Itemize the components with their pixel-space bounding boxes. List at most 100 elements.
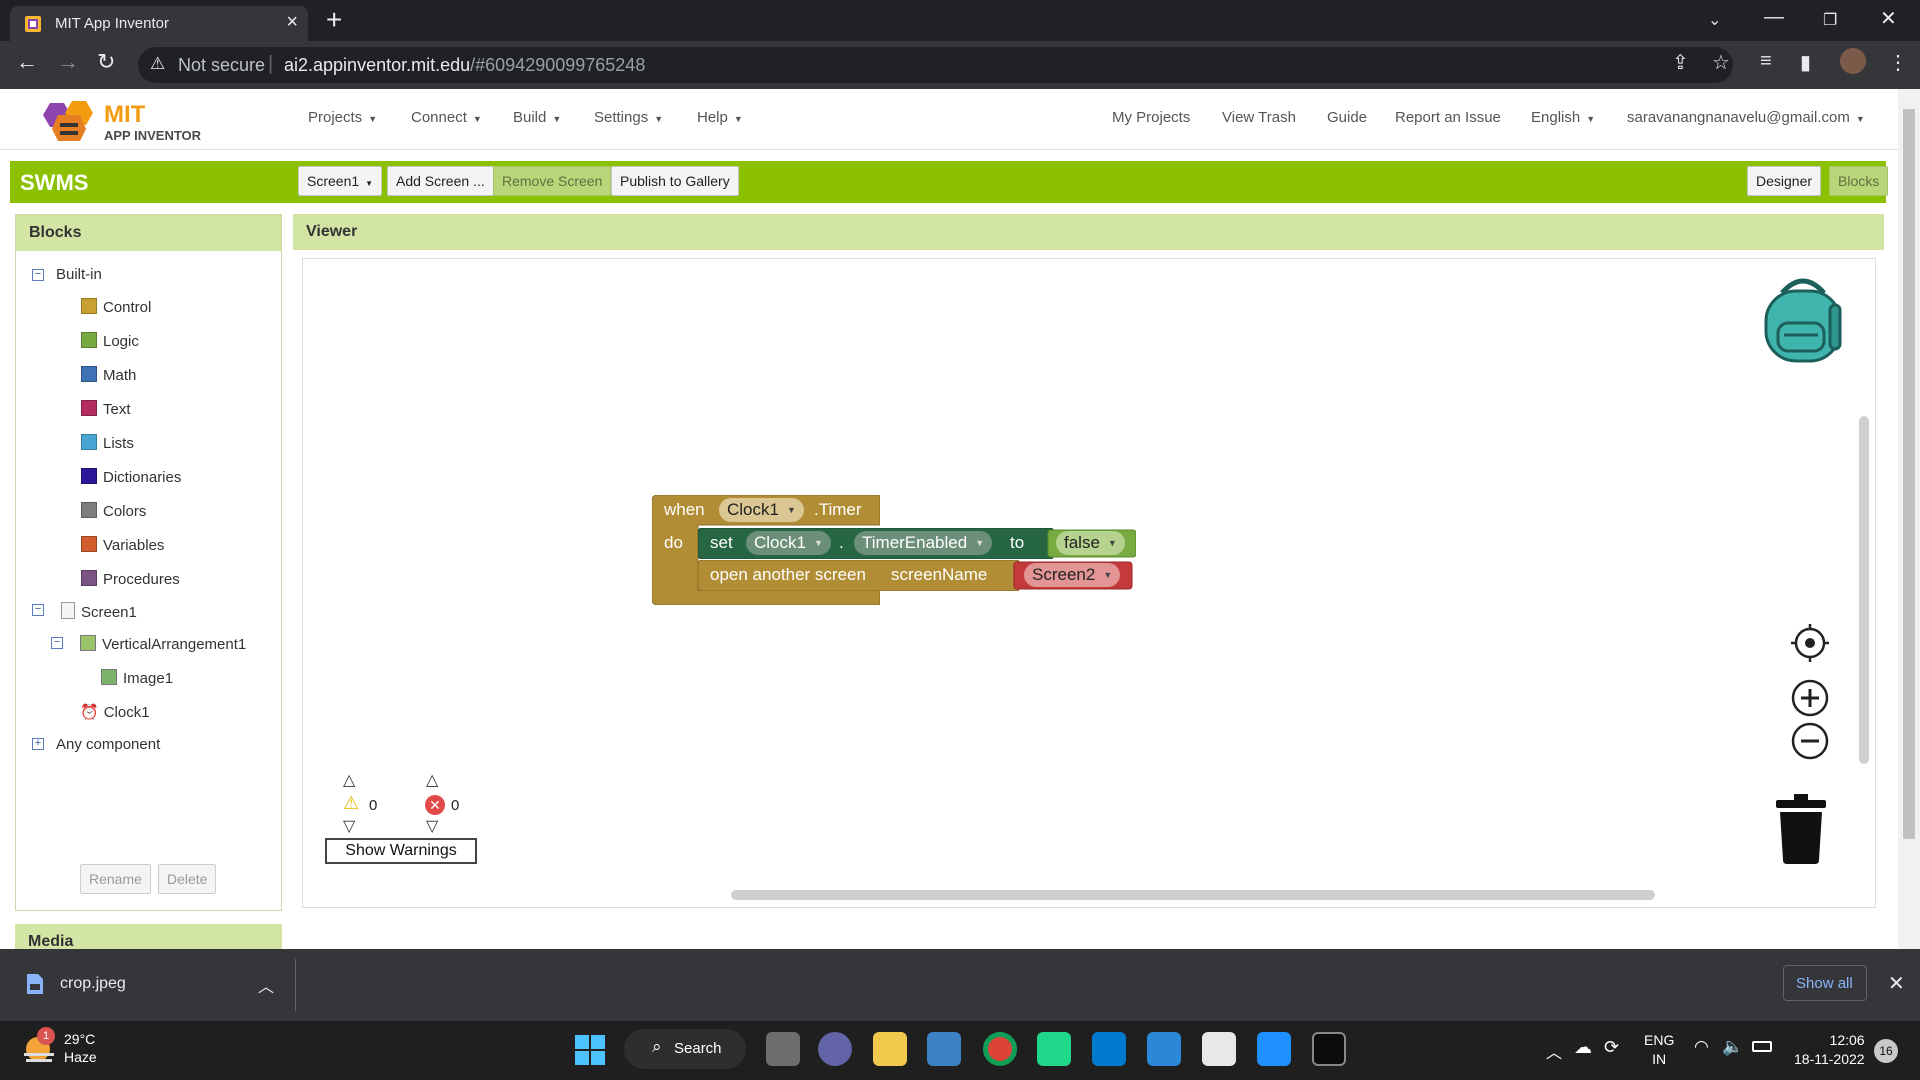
windows-start-icon[interactable]: [575, 1035, 605, 1065]
set-timer-enabled-block[interactable]: set Clock1 ▼ . TimerEnabled ▼ to false ▼: [698, 528, 1136, 559]
notepad-icon[interactable]: [1147, 1032, 1181, 1066]
recenter-icon[interactable]: [1791, 624, 1829, 662]
zoom-out-icon[interactable]: [1791, 722, 1829, 760]
file-explorer-icon[interactable]: [873, 1032, 907, 1066]
publish-gallery-button[interactable]: Publish to Gallery: [611, 166, 739, 196]
link-guide[interactable]: Guide: [1327, 109, 1367, 126]
menu-help[interactable]: Help ▼: [697, 109, 743, 126]
profile-avatar[interactable]: [1840, 48, 1866, 74]
category-dictionaries[interactable]: Dictionaries: [81, 468, 181, 486]
workspace-horizontal-scrollbar[interactable]: [731, 890, 1655, 900]
back-icon[interactable]: ←: [16, 49, 38, 75]
download-file-name[interactable]: crop.jpeg: [60, 975, 126, 993]
wifi-icon[interactable]: ◠: [1694, 1037, 1709, 1057]
document-app-icon[interactable]: [1202, 1032, 1236, 1066]
reload-icon[interactable]: ↻: [97, 49, 115, 75]
notification-badge[interactable]: 16: [1874, 1039, 1898, 1063]
side-panel-icon[interactable]: ▮: [1800, 50, 1811, 75]
designer-button[interactable]: Designer: [1747, 166, 1822, 196]
chevron-up-icon[interactable]: ︿: [258, 973, 274, 997]
tree-builtin[interactable]: Built-in: [56, 266, 102, 283]
menu-settings[interactable]: Settings ▼: [594, 109, 663, 126]
page-scrollbar[interactable]: [1898, 89, 1920, 949]
page-scrollbar-thumb[interactable]: [1903, 109, 1915, 839]
browser-tab[interactable]: MIT App Inventor ×: [10, 6, 308, 41]
photos-icon[interactable]: [1257, 1032, 1291, 1066]
show-all-button[interactable]: Show all: [1783, 965, 1867, 1001]
chrome-icon[interactable]: [983, 1032, 1017, 1066]
expand-any-component-icon[interactable]: +: [32, 738, 44, 750]
battery-icon[interactable]: [1752, 1041, 1772, 1052]
collapse-builtin-icon[interactable]: −: [32, 269, 44, 281]
tree-screen1[interactable]: Screen1: [61, 602, 137, 621]
category-colors[interactable]: Colors: [81, 502, 146, 520]
taskbar-search[interactable]: ⌕ Search: [624, 1029, 746, 1069]
task-view-icon[interactable]: [766, 1032, 800, 1066]
terminal-icon[interactable]: [1312, 1032, 1346, 1066]
blocks-button[interactable]: Blocks: [1829, 166, 1889, 196]
category-control[interactable]: Control: [81, 298, 151, 316]
account-menu[interactable]: saravanangnanavelu@gmail.com ▼: [1627, 109, 1865, 126]
tree-clock1[interactable]: ⏰ Clock1: [80, 703, 150, 721]
show-hidden-icons-icon[interactable]: ︿: [1546, 1039, 1562, 1063]
open-another-screen-block[interactable]: open another screen screenName Screen2 ▼: [698, 560, 1136, 591]
share-icon[interactable]: ⇪: [1672, 50, 1689, 75]
tab-search-icon[interactable]: ⌄: [1708, 10, 1721, 30]
category-procedures[interactable]: Procedures: [81, 570, 180, 588]
close-tab-icon[interactable]: ×: [286, 11, 298, 34]
menu-build[interactable]: Build ▼: [513, 109, 561, 126]
volume-icon[interactable]: 🔈: [1722, 1037, 1743, 1057]
link-my-projects[interactable]: My Projects: [1112, 109, 1190, 126]
input-language[interactable]: ENG IN: [1644, 1031, 1674, 1069]
warning-down-arrow-icon[interactable]: ▽: [343, 816, 355, 836]
onedrive-cloud-icon[interactable]: ☁: [1574, 1037, 1592, 1058]
clock-component-dropdown[interactable]: Clock1 ▼: [719, 498, 804, 522]
collapse-arrangement-icon[interactable]: −: [51, 637, 63, 649]
collapse-screen1-icon[interactable]: −: [32, 604, 44, 616]
media-control-icon[interactable]: ≡: [1760, 50, 1772, 73]
rename-button[interactable]: Rename: [80, 864, 151, 894]
restore-icon[interactable]: ❐: [1823, 10, 1837, 30]
remove-screen-button[interactable]: Remove Screen: [493, 166, 612, 196]
pycharm-icon[interactable]: [1037, 1032, 1071, 1066]
bookmark-star-icon[interactable]: ☆: [1712, 50, 1730, 75]
category-variables[interactable]: Variables: [81, 536, 164, 554]
delete-button[interactable]: Delete: [158, 864, 217, 894]
zoom-in-icon[interactable]: [1791, 679, 1829, 717]
category-math[interactable]: Math: [81, 366, 136, 384]
trash-can-icon[interactable]: [1774, 794, 1828, 864]
screen2-dropdown[interactable]: Screen2 ▼: [1024, 563, 1121, 587]
app-inventor-logo[interactable]: MIT APP INVENTOR: [42, 95, 202, 145]
address-bar[interactable]: ⚠ Not secure | ai2.appinventor.mit.edu/#…: [138, 47, 1733, 83]
category-text[interactable]: Text: [81, 400, 131, 418]
close-window-icon[interactable]: ✕: [1880, 6, 1897, 31]
workspace-vertical-scrollbar[interactable]: [1859, 416, 1869, 764]
screen-select[interactable]: Screen1 ▼: [298, 166, 383, 196]
error-up-arrow-icon[interactable]: △: [426, 770, 438, 790]
setter-component-dropdown[interactable]: Clock1 ▼: [746, 531, 831, 555]
weather-widget[interactable]: 29°C Haze: [64, 1030, 97, 1066]
microsoft-store-icon[interactable]: [927, 1032, 961, 1066]
boolean-false-dropdown[interactable]: false ▼: [1056, 531, 1125, 555]
system-clock[interactable]: 12:06 18-11-2022: [1794, 1031, 1865, 1069]
menu-projects[interactable]: Projects ▼: [308, 109, 377, 126]
sync-icon[interactable]: ⟳: [1604, 1037, 1619, 1058]
link-view-trash[interactable]: View Trash: [1222, 109, 1296, 126]
close-download-bar-icon[interactable]: ✕: [1888, 971, 1905, 996]
category-lists[interactable]: Lists: [81, 434, 134, 452]
error-down-arrow-icon[interactable]: ▽: [426, 816, 438, 836]
backpack-icon[interactable]: [1760, 275, 1846, 363]
tree-any-component[interactable]: Any component: [56, 736, 160, 753]
tree-image1[interactable]: Image1: [101, 669, 173, 687]
link-report-issue[interactable]: Report an Issue: [1395, 109, 1501, 126]
browser-menu-icon[interactable]: ⋮: [1888, 50, 1908, 75]
vscode-icon[interactable]: [1092, 1032, 1126, 1066]
property-dropdown[interactable]: TimerEnabled ▼: [854, 531, 993, 555]
menu-connect[interactable]: Connect ▼: [411, 109, 482, 126]
teams-chat-icon[interactable]: [818, 1032, 852, 1066]
category-logic[interactable]: Logic: [81, 332, 139, 350]
add-screen-button[interactable]: Add Screen ...: [387, 166, 494, 196]
forward-icon[interactable]: →: [57, 49, 79, 75]
show-warnings-button[interactable]: Show Warnings: [325, 838, 477, 864]
tree-vertical-arrangement[interactable]: VerticalArrangement1: [80, 635, 246, 653]
